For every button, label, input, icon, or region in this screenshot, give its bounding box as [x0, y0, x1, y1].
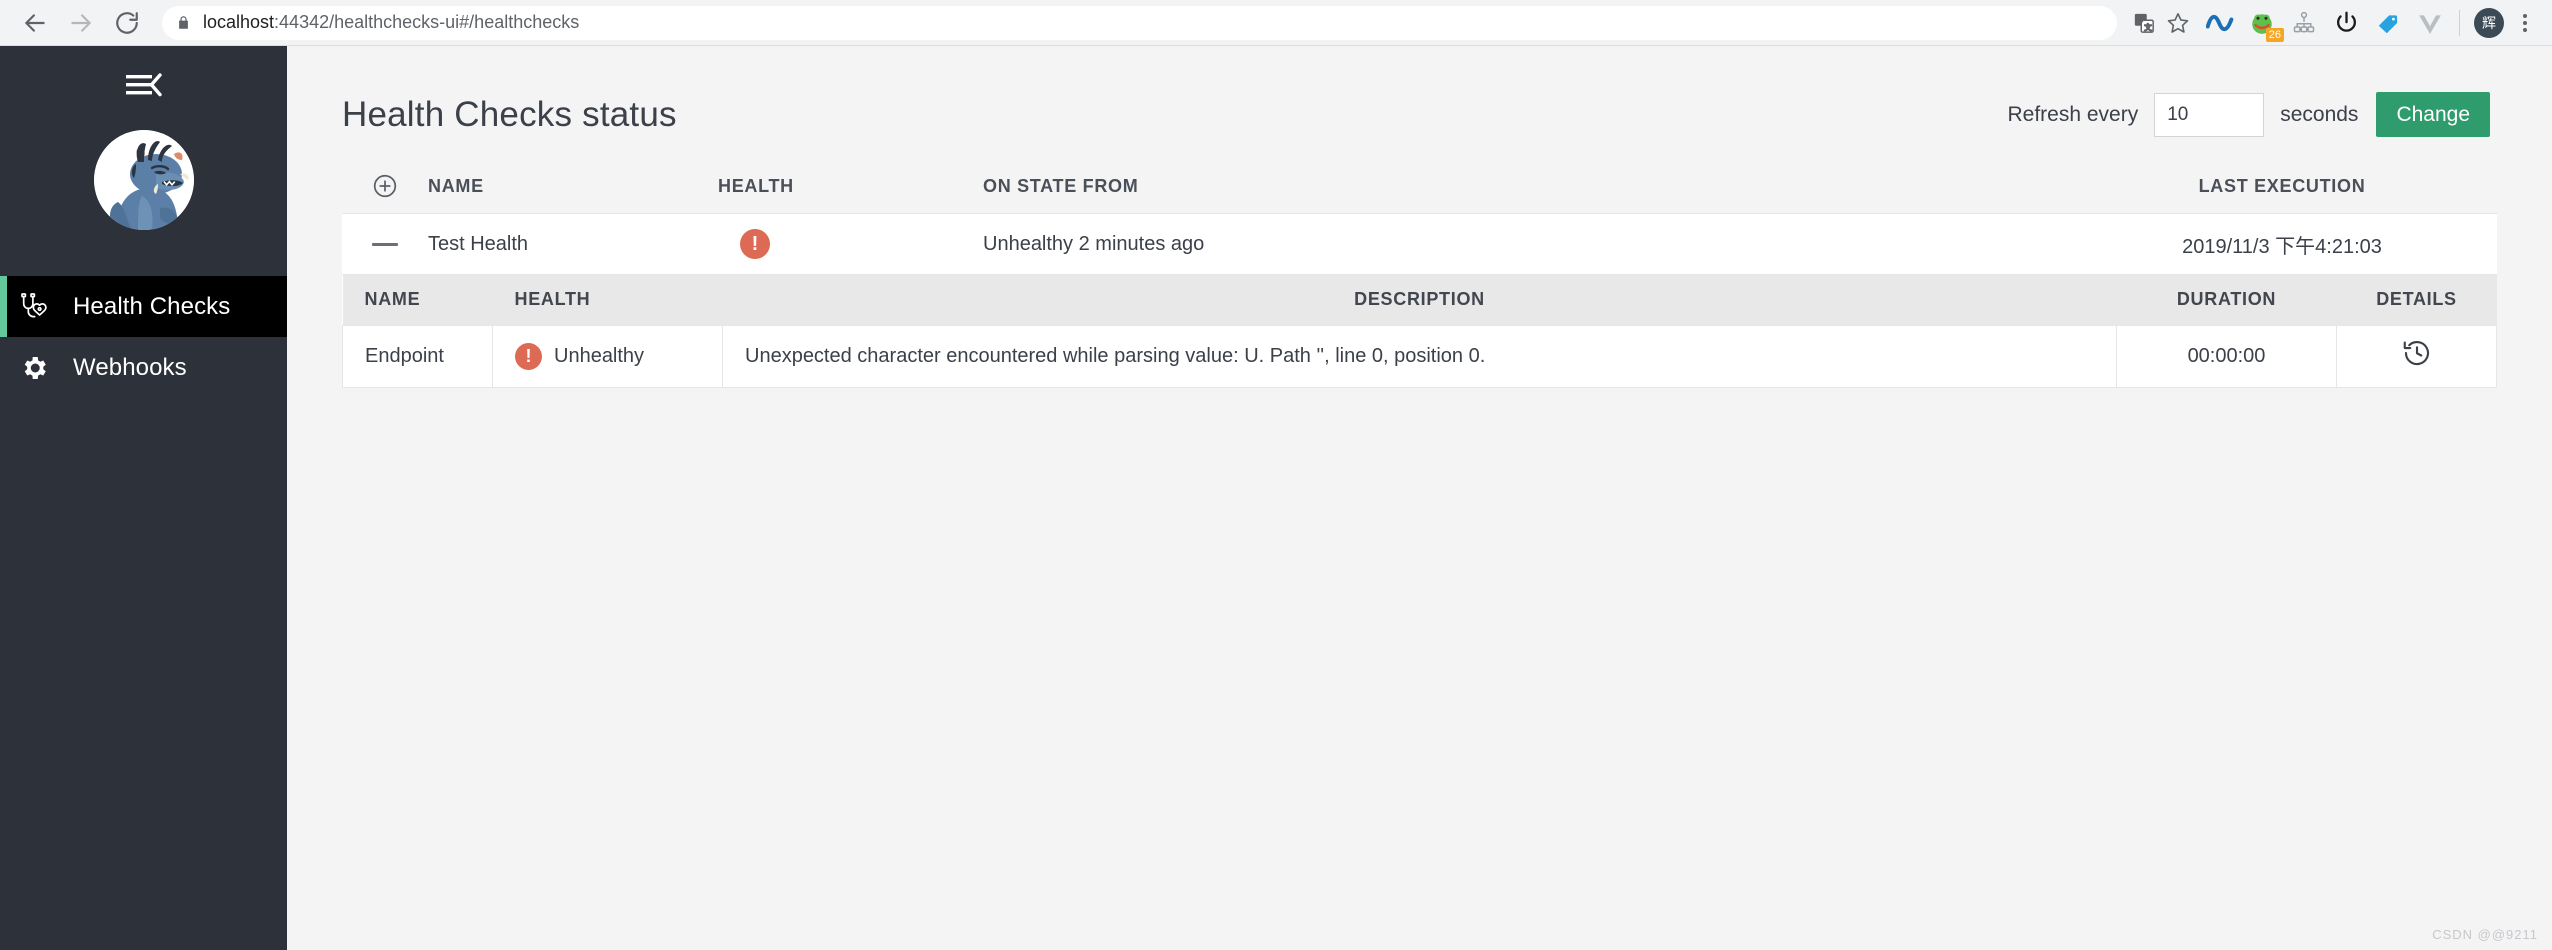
- reload-button[interactable]: [106, 2, 148, 44]
- power-extension-icon[interactable]: [2331, 8, 2361, 38]
- inner-table-header: NAME HEALTH DESCRIPTION DURATION DETAILS: [342, 275, 2497, 326]
- vue-devtools-extension-icon[interactable]: [2415, 8, 2445, 38]
- extension-badge-count: 26: [2265, 27, 2284, 42]
- row-health: !: [718, 229, 983, 260]
- inner-header-row: NAME HEALTH DESCRIPTION DURATION DETAILS: [342, 275, 2497, 326]
- forward-button[interactable]: [60, 2, 102, 44]
- url-host: localhost: [203, 12, 275, 32]
- extension-icons: 26: [2197, 8, 2445, 42]
- page-title: Health Checks status: [342, 94, 677, 134]
- detail-description: Unexpected character encountered while p…: [722, 324, 2117, 388]
- row-collapse-toggle[interactable]: [342, 242, 428, 246]
- toolbar-divider: [2459, 9, 2460, 36]
- refresh-controls: Refresh every seconds Change: [2007, 92, 2490, 138]
- row-name: Test Health: [428, 232, 529, 255]
- profile-avatar[interactable]: 辉: [2474, 7, 2504, 38]
- money-frog-extension-icon[interactable]: 26: [2247, 8, 2284, 42]
- inner-col-health: HEALTH: [492, 275, 723, 326]
- inner-col-details: DETAILS: [2336, 275, 2497, 326]
- sidebar: Health Checks Webhooks: [0, 46, 287, 950]
- outer-col-health: HEALTH: [718, 175, 794, 196]
- inner-col-name: NAME: [342, 275, 493, 326]
- outer-col-name: NAME: [428, 175, 484, 196]
- mascot-beast-icon: [93, 130, 194, 230]
- history-clock-icon[interactable]: [2402, 338, 2432, 374]
- sidebar-item-label: Webhooks: [73, 353, 187, 381]
- forward-arrow-icon: [71, 13, 91, 32]
- stethoscope-heart-icon: [15, 292, 53, 322]
- watermark: CSDN @@9211: [2432, 927, 2538, 942]
- detail-health: ! Unhealthy: [492, 324, 723, 388]
- back-arrow-icon: [25, 13, 45, 32]
- lock-icon: [176, 14, 191, 31]
- kebab-dot: [2523, 27, 2527, 32]
- chrome-menu-button[interactable]: [2512, 8, 2538, 38]
- detail-details-cell[interactable]: [2336, 324, 2497, 388]
- refresh-interval-input[interactable]: [2154, 92, 2265, 137]
- outer-col-on-state-from: ON STATE FROM: [983, 175, 1139, 196]
- detail-health-label: Unhealthy: [554, 344, 645, 367]
- error-exclamation-icon: !: [515, 342, 542, 370]
- expand-all-button[interactable]: [342, 173, 428, 199]
- omnibox-actions: G 文: [2129, 8, 2193, 38]
- browser-toolbar: localhost:44342/healthchecks-ui#/healthc…: [0, 0, 2552, 46]
- inner-col-description: DESCRIPTION: [722, 275, 2117, 326]
- health-checks-table: NAME HEALTH ON STATE FROM LAST EXECUTION…: [287, 159, 2552, 388]
- nami-extension-icon[interactable]: [2205, 8, 2235, 38]
- main-content: Health Checks status Refresh every secon…: [287, 46, 2552, 950]
- url-text: localhost:44342/healthchecks-ui#/healthc…: [203, 12, 579, 33]
- bookmark-star-icon[interactable]: [2163, 8, 2193, 38]
- back-button[interactable]: [14, 2, 56, 44]
- translate-icon[interactable]: G 文: [2129, 8, 2159, 38]
- inner-col-duration: DURATION: [2116, 275, 2337, 326]
- error-exclamation-icon: !: [740, 229, 770, 260]
- sidebar-collapse-button[interactable]: [0, 54, 287, 116]
- row-on-state-from: Unhealthy 2 minutes ago: [983, 232, 1205, 255]
- sidebar-item-label: Health Checks: [73, 292, 231, 320]
- detail-name: Endpoint: [342, 324, 493, 388]
- check-details-table: NAME HEALTH DESCRIPTION DURATION DETAILS…: [342, 275, 2497, 388]
- gear-icon: [15, 353, 53, 383]
- refresh-every-label: Refresh every: [2007, 102, 2139, 126]
- user-avatar: [0, 116, 287, 276]
- sidebar-item-webhooks[interactable]: Webhooks: [0, 337, 287, 398]
- avatar-circle: [93, 130, 194, 230]
- detail-health-inner: ! Unhealthy: [515, 342, 700, 370]
- detail-duration: 00:00:00: [2116, 324, 2337, 388]
- sitemap-extension-icon[interactable]: [2289, 8, 2319, 38]
- seconds-label: seconds: [2280, 102, 2359, 126]
- kebab-dot: [2523, 13, 2527, 18]
- minus-icon: [372, 242, 398, 246]
- kebab-dot: [2523, 20, 2527, 25]
- url-path: :44342/healthchecks-ui#/healthchecks: [274, 12, 580, 32]
- row-last-execution: 2019/11/3 下午4:21:03: [2182, 235, 2382, 258]
- list-item: Endpoint ! Unhealthy Unexpected characte…: [342, 324, 2497, 388]
- app-shell: Health Checks Webhooks Health Checks sta…: [0, 46, 2552, 950]
- page-header: Health Checks status Refresh every secon…: [287, 46, 2552, 138]
- change-button[interactable]: Change: [2376, 92, 2490, 138]
- inner-table-body: Endpoint ! Unhealthy Unexpected characte…: [342, 324, 2497, 388]
- tag-extension-icon[interactable]: [2373, 8, 2403, 38]
- outer-table-header: NAME HEALTH ON STATE FROM LAST EXECUTION: [342, 159, 2497, 213]
- reload-icon: [116, 11, 138, 34]
- table-row[interactable]: Test Health ! Unhealthy 2 minutes ago 20…: [342, 213, 2497, 276]
- plus-circle-icon: [373, 174, 397, 198]
- svg-text:G: G: [2137, 15, 2143, 24]
- address-bar[interactable]: localhost:44342/healthchecks-ui#/healthc…: [162, 5, 2117, 40]
- svg-text:文: 文: [2144, 22, 2152, 31]
- outer-col-last-execution: LAST EXECUTION: [2198, 175, 2366, 196]
- collapse-menu-icon: [125, 73, 162, 97]
- sidebar-item-health-checks[interactable]: Health Checks: [0, 276, 287, 337]
